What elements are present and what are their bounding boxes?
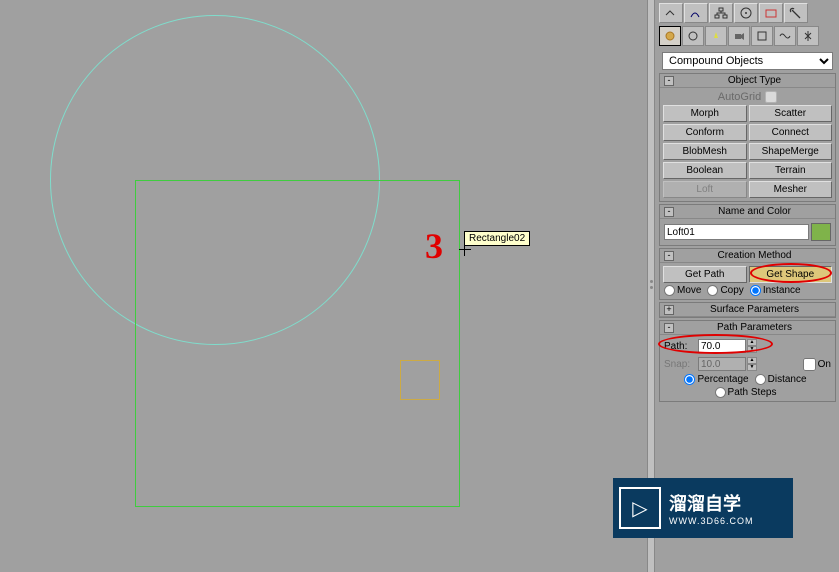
- snap-input: [698, 357, 746, 371]
- percentage-label: Percentage: [697, 374, 748, 385]
- watermark-title: 溜溜自学: [669, 490, 754, 516]
- surface-params-rollout: + Surface Parameters: [659, 302, 836, 318]
- watermark: ▷ 溜溜自学 WWW.3D66.COM: [613, 478, 793, 538]
- rollout-title: Name and Color: [678, 206, 831, 217]
- geometry-tab[interactable]: [659, 26, 681, 46]
- snap-spinner-down: ▼: [747, 364, 757, 371]
- shapes-tab[interactable]: [682, 26, 704, 46]
- loft-section[interactable]: [400, 360, 440, 400]
- path-input[interactable]: [698, 339, 746, 353]
- copy-label: Copy: [720, 285, 743, 296]
- collapse-icon: -: [664, 251, 674, 261]
- surface-params-header[interactable]: + Surface Parameters: [660, 303, 835, 317]
- creation-method-header[interactable]: - Creation Method: [660, 249, 835, 263]
- get-path-button[interactable]: Get Path: [663, 266, 747, 283]
- snap-label: Snap:: [664, 359, 696, 370]
- main-tab-row: [656, 0, 839, 26]
- pathsteps-label: Path Steps: [728, 387, 777, 398]
- cameras-tab[interactable]: [728, 26, 750, 46]
- rollout-title: Creation Method: [678, 250, 831, 261]
- category-dropdown[interactable]: Compound Objects: [662, 52, 833, 70]
- rollout-title: Object Type: [678, 75, 831, 86]
- motion-tab[interactable]: [734, 3, 758, 23]
- connect-button[interactable]: Connect: [749, 124, 833, 141]
- path-spinner-up[interactable]: ▲: [747, 339, 757, 346]
- object-type-buttons: Morph Scatter Conform Connect BlobMesh S…: [662, 104, 833, 199]
- move-radio[interactable]: [664, 285, 675, 296]
- path-params-rollout: - Path Parameters Path: ▲ ▼ Snap:: [659, 320, 836, 402]
- name-color-header[interactable]: - Name and Color: [660, 205, 835, 219]
- snap-spinner-up: ▲: [747, 357, 757, 364]
- play-icon: ▷: [619, 487, 661, 529]
- blobmesh-button[interactable]: BlobMesh: [663, 143, 747, 160]
- path-params-header[interactable]: - Path Parameters: [660, 321, 835, 335]
- distance-label: Distance: [768, 374, 807, 385]
- get-shape-button[interactable]: Get Shape: [749, 266, 833, 283]
- scatter-button[interactable]: Scatter: [749, 105, 833, 122]
- path-spinner-down[interactable]: ▼: [747, 346, 757, 353]
- hierarchy-tab[interactable]: [709, 3, 733, 23]
- path-label: Path:: [664, 341, 696, 352]
- rectangle-shape[interactable]: [135, 180, 460, 507]
- autogrid-label: AutoGrid: [718, 91, 761, 103]
- object-type-rollout: - Object Type AutoGrid Morph Scatter Con…: [659, 73, 836, 202]
- on-checkbox[interactable]: [803, 358, 816, 371]
- move-label: Move: [677, 285, 701, 296]
- modify-tab[interactable]: [684, 3, 708, 23]
- percentage-radio[interactable]: [684, 374, 695, 385]
- utilities-tab[interactable]: [784, 3, 808, 23]
- watermark-url: WWW.3D66.COM: [669, 516, 754, 526]
- pathsteps-radio[interactable]: [715, 387, 726, 398]
- terrain-button[interactable]: Terrain: [749, 162, 833, 179]
- lights-tab[interactable]: [705, 26, 727, 46]
- annotation-number: 3: [425, 225, 443, 267]
- creation-method-rollout: - Creation Method Get Path Get Shape Mov…: [659, 248, 836, 300]
- helpers-tab[interactable]: [751, 26, 773, 46]
- display-tab[interactable]: [759, 3, 783, 23]
- create-tab[interactable]: [659, 3, 683, 23]
- autogrid-row: AutoGrid: [662, 90, 833, 104]
- object-name-input[interactable]: [664, 224, 809, 240]
- instance-label: Instance: [763, 285, 801, 296]
- collapse-icon: -: [664, 76, 674, 86]
- object-color-swatch[interactable]: [811, 223, 831, 241]
- on-label: On: [818, 359, 831, 370]
- viewport[interactable]: 3 Rectangle02: [0, 0, 645, 572]
- mesher-button[interactable]: Mesher: [749, 181, 833, 198]
- rollout-title: Path Parameters: [678, 322, 831, 333]
- morph-button[interactable]: Morph: [663, 105, 747, 122]
- conform-button[interactable]: Conform: [663, 124, 747, 141]
- object-tooltip: Rectangle02: [464, 231, 530, 246]
- collapse-icon: -: [664, 323, 674, 333]
- object-type-header[interactable]: - Object Type: [660, 74, 835, 88]
- name-color-rollout: - Name and Color: [659, 204, 836, 246]
- loft-button: Loft: [663, 181, 747, 198]
- sub-tab-row: [656, 26, 839, 49]
- expand-icon: +: [664, 305, 674, 315]
- boolean-button[interactable]: Boolean: [663, 162, 747, 179]
- instance-radio[interactable]: [750, 285, 761, 296]
- rollout-title: Surface Parameters: [678, 304, 831, 315]
- distance-radio[interactable]: [755, 374, 766, 385]
- systems-tab[interactable]: [797, 26, 819, 46]
- spacewarps-tab[interactable]: [774, 26, 796, 46]
- shapemerge-button[interactable]: ShapeMerge: [749, 143, 833, 160]
- copy-radio[interactable]: [707, 285, 718, 296]
- autogrid-checkbox: [765, 91, 777, 103]
- collapse-icon: -: [664, 207, 674, 217]
